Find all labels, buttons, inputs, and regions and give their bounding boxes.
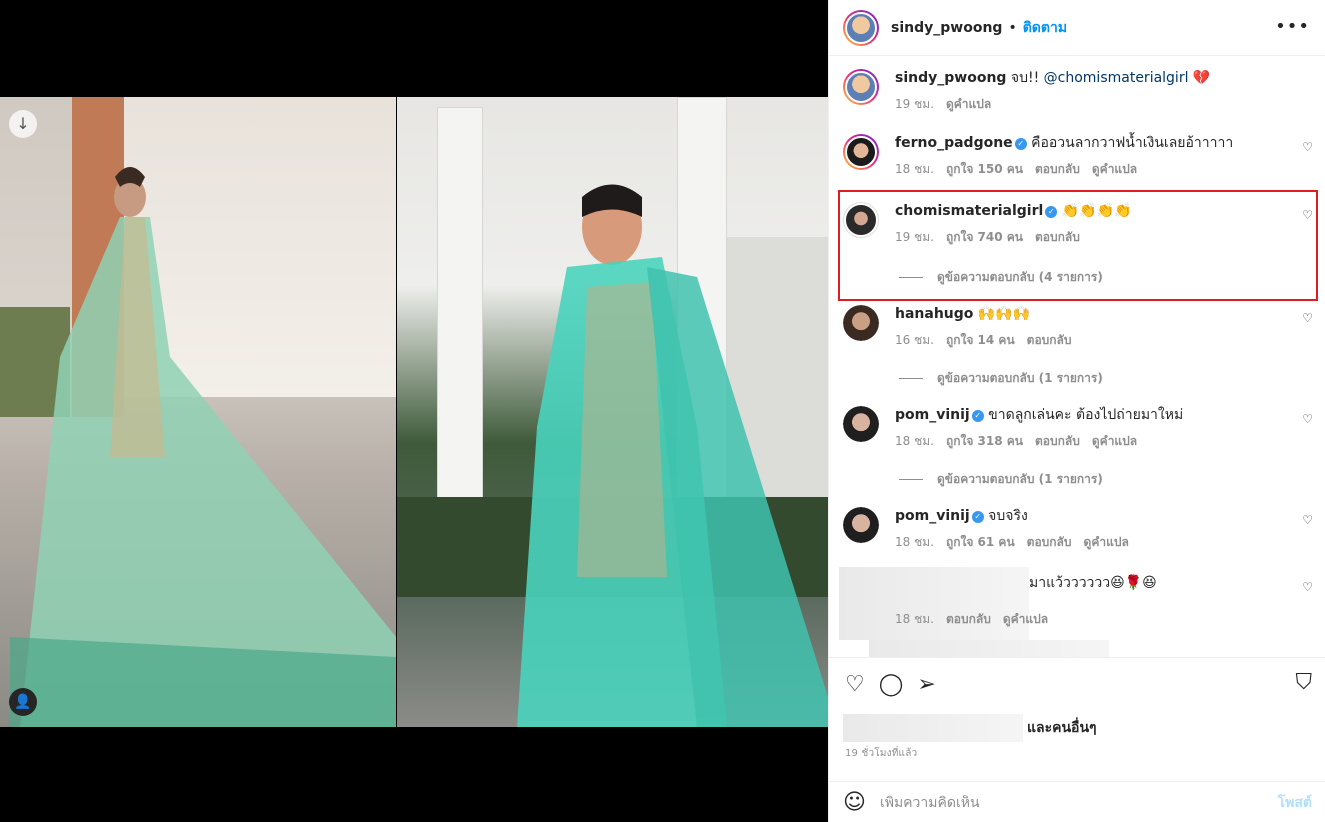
author-username[interactable]: sindy_pwoong (891, 20, 1002, 36)
comment-likes[interactable]: ถูกใจ 740 คน (946, 228, 1023, 247)
author-avatar[interactable] (843, 69, 879, 105)
comment-like-icon[interactable]: ♡ (1302, 412, 1313, 426)
comment-username[interactable]: pom_vinij (895, 508, 970, 524)
redacted-liker (843, 714, 1023, 742)
green-gown-left (10, 167, 396, 727)
comment-username[interactable]: pom_vinij (895, 407, 970, 423)
translate-link[interactable]: ดูคำแปล (1092, 160, 1137, 179)
post-sidebar: sindy_pwoong • ติดตาม ••• sindy_pwoong จ… (828, 0, 1325, 822)
reply-button[interactable]: ตอบกลับ (1027, 533, 1072, 552)
comment-icon[interactable]: ◯ (879, 672, 904, 697)
caption-time[interactable]: 19 ชม. (895, 95, 934, 114)
comment-text: 👏👏👏👏 (1061, 203, 1132, 219)
separator-dot: • (1008, 19, 1017, 36)
post-header: sindy_pwoong • ติดตาม ••• (829, 0, 1325, 56)
instagram-post-view: ↓ 👤 sindy_pwoong • ติดตาม ••• sindy_pwoo… (0, 0, 1325, 822)
comment-likes[interactable]: ถูกใจ 150 คน (946, 160, 1023, 179)
view-replies-label[interactable]: ดูข้อความตอบกลับ (4 รายการ) (937, 268, 1103, 287)
heart-icon[interactable]: ♡ (845, 672, 865, 697)
comment-input[interactable] (879, 794, 1240, 811)
comment-text: 🙌🙌🙌 (977, 306, 1031, 322)
download-icon[interactable]: ↓ (9, 110, 37, 138)
replies-line (899, 479, 923, 480)
share-icon[interactable]: ➢ (917, 672, 935, 697)
comment-likes[interactable]: ถูกใจ 61 คน (946, 533, 1015, 552)
author-avatar[interactable] (843, 9, 879, 46)
view-replies-label[interactable]: ดูข้อความตอบกลับ (1 รายการ) (937, 470, 1103, 489)
translate-link[interactable]: ดูคำแปล (946, 95, 991, 114)
comment-username[interactable]: hanahugo (895, 306, 973, 322)
commenter-avatar[interactable] (843, 305, 879, 341)
comment-text: ขาดลูกเล่นคะ ต้องไปถ่ายมาใหม่ (988, 407, 1184, 423)
comment-text: จบจริง (988, 508, 1028, 524)
redacted-row (869, 640, 1109, 657)
tagged-users-icon[interactable]: 👤 (9, 688, 37, 716)
comment-time[interactable]: 18 ชม. (895, 533, 934, 552)
reply-button[interactable]: ตอบกลับ (1035, 160, 1080, 179)
comment-likes[interactable]: ถูกใจ 318 คน (946, 432, 1023, 451)
more-options-icon[interactable]: ••• (1275, 16, 1310, 37)
comment-like-icon[interactable]: ♡ (1302, 311, 1313, 325)
comment-time[interactable]: 18 ชม. (895, 610, 934, 629)
translate-link[interactable]: ดูคำแปล (1092, 432, 1137, 451)
comment-time[interactable]: 18 ชม. (895, 432, 934, 451)
follow-button[interactable]: ติดตาม (1023, 17, 1067, 39)
view-replies-button[interactable]: ดูข้อความตอบกลับ (1 รายการ) (899, 470, 1103, 489)
verified-icon: ✓ (971, 410, 984, 422)
caption-username[interactable]: sindy_pwoong (895, 70, 1006, 86)
view-replies-label[interactable]: ดูข้อความตอบกลับ (1 รายการ) (937, 369, 1103, 388)
reply-button[interactable]: ตอบกลับ (1035, 228, 1080, 247)
post-media: ↓ 👤 (0, 0, 828, 822)
post-actions: ♡ ◯ ➢ ⛉ และคนอื่นๆ 19 ชั่วโมงที่แล้ว ☺ โ… (829, 657, 1325, 822)
post-comment-button[interactable]: โพสต์ (1278, 792, 1312, 814)
comment-like-icon[interactable]: ♡ (1302, 513, 1313, 527)
likes-summary: และคนอื่นๆ (843, 714, 1097, 742)
reply-button[interactable]: ตอบกลับ (1027, 331, 1072, 350)
replies-line (899, 378, 923, 379)
commenter-avatar[interactable] (843, 507, 879, 543)
comment-username[interactable]: ferno_padgone (895, 135, 1013, 151)
redacted-commenter (839, 567, 1029, 640)
comment-time[interactable]: 19 ชม. (895, 228, 934, 247)
commenter-avatar[interactable] (843, 134, 879, 170)
comment-username[interactable]: chomismaterialgirl (895, 203, 1043, 219)
caption-text: จบ!! (1010, 70, 1044, 86)
comment-like-icon[interactable]: ♡ (1302, 140, 1313, 154)
verified-icon: ✓ (971, 511, 984, 523)
comment-likes[interactable]: ถูกใจ 14 คน (946, 331, 1015, 350)
post-time[interactable]: 19 ชั่วโมงที่แล้ว (845, 746, 917, 761)
liked-by-others[interactable]: และคนอื่นๆ (1027, 717, 1097, 739)
comment-time[interactable]: 16 ชม. (895, 331, 934, 350)
comment-text: มาแว้วววววว😆🌹😆 (1029, 575, 1157, 591)
translate-link[interactable]: ดูคำแปล (1003, 610, 1048, 629)
comment-time[interactable]: 18 ชม. (895, 160, 934, 179)
verified-icon: ✓ (1045, 206, 1058, 218)
verified-icon: ✓ (1014, 138, 1027, 150)
reply-button[interactable]: ตอบกลับ (1035, 432, 1080, 451)
commenter-avatar[interactable] (843, 406, 879, 442)
photo-left (0, 97, 396, 727)
comment-like-icon[interactable]: ♡ (1302, 208, 1313, 222)
photo-right (397, 97, 828, 727)
commenter-avatar[interactable] (843, 202, 879, 238)
caption-emoji: 💔 (1192, 70, 1211, 86)
bookmark-icon[interactable]: ⛉ (1295, 670, 1312, 695)
add-comment-bar: ☺ โพสต์ (829, 781, 1325, 822)
translate-link[interactable]: ดูคำแปล (1084, 533, 1129, 552)
green-gown-right (517, 184, 828, 727)
emoji-icon[interactable]: ☺ (843, 790, 866, 815)
comment-like-icon[interactable]: ♡ (1302, 580, 1313, 594)
view-replies-button[interactable]: ดูข้อความตอบกลับ (4 รายการ) (899, 268, 1103, 287)
comment-text: คืออวนลากวาฟน้ำเงินเลยอ้าาาาา (1031, 135, 1234, 151)
view-replies-button[interactable]: ดูข้อความตอบกลับ (1 รายการ) (899, 369, 1103, 388)
reply-button[interactable]: ตอบกลับ (946, 610, 991, 629)
caption-mention[interactable]: @chomismaterialgirl (1044, 70, 1189, 86)
comments-list: sindy_pwoong จบ!! @chomismaterialgirl 💔 … (829, 57, 1325, 657)
replies-line (899, 277, 923, 278)
